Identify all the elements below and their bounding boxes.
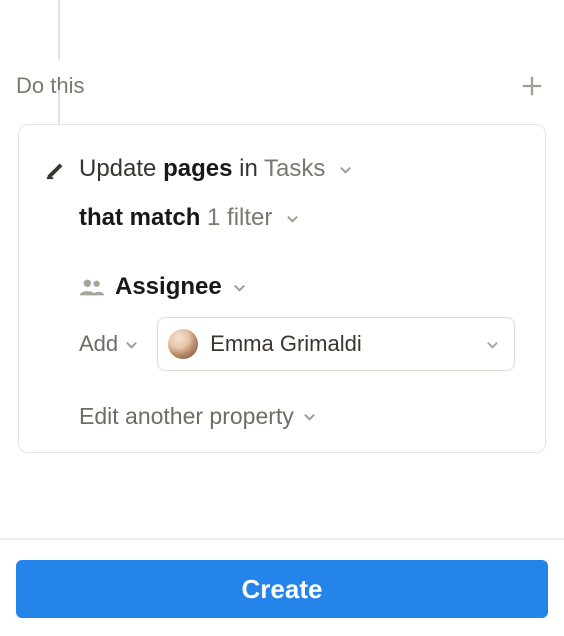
create-button[interactable]: Create [16,560,548,618]
plus-icon[interactable] [518,72,546,100]
operation-label: Add [79,331,118,357]
action-object: pages [163,155,232,182]
chevron-down-icon [124,337,139,352]
property-row[interactable]: Assignee [45,273,519,301]
people-icon [79,278,105,296]
connector-line-top [58,0,60,60]
action-verb: Update [79,155,156,182]
filter-count[interactable]: 1 filter [207,204,272,231]
filter-row[interactable]: that match 1 filter [45,202,519,233]
value-row: Add Emma Grimaldi [45,317,519,371]
section-header: Do this [16,72,546,100]
value-label: Emma Grimaldi [210,331,479,357]
edit-another-property[interactable]: Edit another property [45,403,317,430]
chevron-down-icon[interactable] [285,211,300,226]
footer-divider [0,538,564,540]
action-summary-row[interactable]: Update pages in Tasks [45,153,519,184]
avatar [168,329,198,359]
operation-select[interactable]: Add [79,331,139,357]
value-select[interactable]: Emma Grimaldi [157,317,515,371]
connector-line-mid [58,90,60,126]
action-target[interactable]: Tasks [264,155,325,182]
chevron-down-icon[interactable] [232,280,247,295]
chevron-down-icon[interactable] [338,162,353,177]
action-card: Update pages in Tasks that match 1 filte… [18,124,546,453]
property-name: Assignee [115,273,222,301]
section-title: Do this [16,73,84,99]
create-button-label: Create [242,574,323,605]
action-in-label: in [239,155,258,182]
edit-another-label: Edit another property [79,403,294,430]
chevron-down-icon [485,337,500,352]
pencil-icon [45,158,67,180]
match-prefix: that match [79,204,200,231]
chevron-down-icon [302,409,317,424]
